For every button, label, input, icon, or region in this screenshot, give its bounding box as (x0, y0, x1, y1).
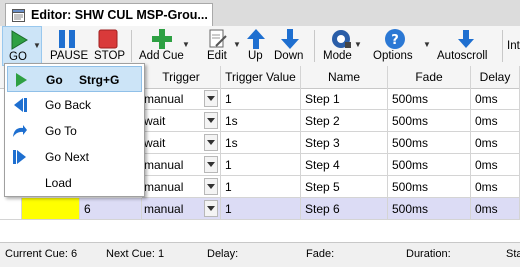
trigger-select[interactable]: wait (142, 132, 221, 154)
fade-cell[interactable]: 500ms (388, 198, 471, 220)
header-fade[interactable]: Fade (388, 66, 471, 88)
chevron-down-icon[interactable] (204, 156, 218, 173)
arrow-up-icon (245, 28, 267, 50)
name-cell[interactable]: Step 2 (301, 110, 388, 132)
add-cue-button[interactable]: ▼ Add Cue (137, 26, 190, 66)
chevron-down-icon[interactable]: ▼ (423, 40, 431, 49)
chevron-down-icon[interactable]: ▼ (233, 40, 241, 49)
tab-title: Editor: SHW CUL MSP-Grou... (31, 8, 208, 22)
mode-icon (330, 28, 352, 50)
trigger-value-cell[interactable]: 1s (221, 132, 301, 154)
row-indicator (0, 198, 22, 220)
current-cue-status: Current Cue: 6 (5, 248, 78, 260)
help-icon: ? (384, 28, 406, 50)
menu-item-go-to[interactable]: Go To (7, 118, 142, 144)
cue-color-cell[interactable] (22, 198, 80, 220)
trigger-select[interactable]: manual (142, 176, 221, 198)
menu-item-go-next[interactable]: Go Next (7, 144, 142, 170)
fade-cell[interactable]: 500ms (388, 110, 471, 132)
go-back-icon (12, 97, 28, 113)
chevron-down-icon[interactable]: ▼ (33, 41, 41, 50)
go-dropdown-menu: Go Strg+G Go Back Go To Go Next Load (4, 63, 145, 197)
name-cell[interactable]: Step 5 (301, 176, 388, 198)
go-to-icon (12, 123, 28, 139)
delay-cell[interactable]: 0ms (471, 88, 520, 110)
chevron-down-icon[interactable] (204, 90, 218, 107)
edit-button[interactable]: ▼ Edit (203, 26, 241, 66)
toolbar-overflow-label[interactable]: Int (507, 40, 520, 52)
edit-document-icon (207, 28, 229, 50)
options-button[interactable]: ? ▼ Options (370, 26, 431, 66)
name-cell[interactable]: Step 4 (301, 154, 388, 176)
trigger-value-cell[interactable]: 1 (221, 88, 301, 110)
fade-cell[interactable]: 500ms (388, 176, 471, 198)
name-cell[interactable]: Step 3 (301, 132, 388, 154)
trigger-select[interactable]: manual (142, 198, 221, 220)
toolbar-separator (131, 30, 132, 62)
mode-button[interactable]: ▼ Mode (320, 26, 362, 66)
table-row-selected[interactable]: 6 manual 1 Step 6 500ms 0ms (0, 198, 520, 220)
down-button[interactable]: Down (271, 26, 309, 66)
chevron-down-icon[interactable] (204, 134, 218, 151)
menu-item-go-back[interactable]: Go Back (7, 92, 142, 118)
menu-item-go[interactable]: Go Strg+G (7, 66, 142, 92)
status-overflow: Sta (506, 248, 520, 260)
delay-cell[interactable]: 0ms (471, 110, 520, 132)
delay-cell[interactable]: 0ms (471, 132, 520, 154)
fade-cell[interactable]: 500ms (388, 88, 471, 110)
header-delay[interactable]: Delay (471, 66, 520, 88)
shortcut-label: Strg+G (79, 73, 120, 87)
stop-button[interactable]: STOP (91, 26, 127, 66)
document-icon (12, 8, 25, 22)
toolbar-separator (502, 30, 503, 62)
toolbar-separator (314, 30, 315, 62)
cue-number-cell[interactable]: 6 (80, 198, 142, 220)
trigger-value-cell[interactable]: 1 (221, 176, 301, 198)
delay-cell[interactable]: 0ms (471, 198, 520, 220)
pause-button[interactable]: PAUSE (47, 26, 88, 66)
fade-cell[interactable]: 500ms (388, 154, 471, 176)
fade-status: Fade: (306, 248, 335, 260)
fade-cell[interactable]: 500ms (388, 132, 471, 154)
svg-text:?: ? (391, 33, 399, 48)
title-bar: Editor: SHW CUL MSP-Grou... (0, 0, 520, 26)
toolbar: ▼ GO PAUSE STOP ▼ Add Cue ▼ Edit Up Down… (0, 26, 520, 67)
header-trigger-value[interactable]: Trigger Value (221, 66, 301, 88)
next-cue-status: Next Cue: 1 (106, 248, 165, 260)
delay-cell[interactable]: 0ms (471, 176, 520, 198)
name-cell[interactable]: Step 1 (301, 88, 388, 110)
arrow-down-icon (279, 28, 301, 50)
trigger-value-cell[interactable]: 1 (221, 198, 301, 220)
duration-status: Duration: (406, 248, 451, 260)
trigger-select[interactable]: manual (142, 88, 221, 110)
play-icon (13, 72, 29, 88)
chevron-down-icon[interactable] (204, 112, 218, 129)
plus-icon (151, 28, 173, 50)
chevron-down-icon[interactable]: ▼ (354, 40, 362, 49)
trigger-value-cell[interactable]: 1s (221, 110, 301, 132)
scroll-down-icon (455, 28, 477, 50)
pause-icon (56, 28, 78, 50)
chevron-down-icon[interactable]: ▼ (182, 40, 190, 49)
status-bar: Current Cue: 6 Next Cue: 1 Delay: Fade: … (0, 242, 520, 267)
go-next-icon (12, 149, 28, 165)
up-button[interactable]: Up (244, 26, 268, 66)
header-trigger[interactable]: Trigger (142, 66, 221, 88)
header-name[interactable]: Name (301, 66, 388, 88)
delay-status: Delay: (207, 248, 239, 260)
go-button[interactable]: ▼ GO (2, 26, 42, 66)
chevron-down-icon[interactable] (204, 200, 218, 217)
stop-icon (97, 28, 119, 50)
name-cell[interactable]: Step 6 (301, 198, 388, 220)
play-icon (8, 29, 30, 51)
editor-tab[interactable]: Editor: SHW CUL MSP-Grou... (5, 3, 213, 26)
autoscroll-button[interactable]: Autoscroll (435, 26, 497, 66)
menu-item-load[interactable]: Load (7, 170, 142, 196)
delay-cell[interactable]: 0ms (471, 154, 520, 176)
trigger-select[interactable]: manual (142, 154, 221, 176)
chevron-down-icon[interactable] (204, 178, 218, 195)
trigger-select[interactable]: wait (142, 110, 221, 132)
trigger-value-cell[interactable]: 1 (221, 154, 301, 176)
